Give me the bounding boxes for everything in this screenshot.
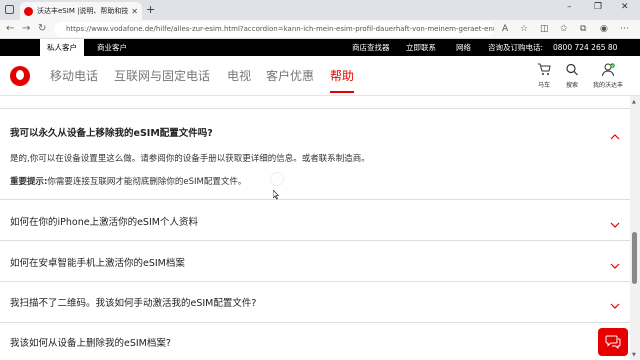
contact-link[interactable]: 立即联系 — [406, 39, 436, 56]
note-text: 你需要连接互联网才能彻底删除你的eSIM配置文件。 — [47, 177, 247, 187]
my-vodafone-button[interactable]: 我的沃达丰 — [591, 63, 625, 89]
address-bar-row: ← → ↻ https://www.vodafone.de/hilfe/alle… — [0, 20, 640, 39]
nav-item-offers[interactable]: 客户优惠 — [266, 67, 314, 84]
new-tab-button[interactable]: + — [146, 3, 155, 16]
faq-question[interactable]: 我扫描不了二维码。我该如何手动激活我的eSIM配置文件? — [10, 295, 256, 309]
minimize-button[interactable]: – — [567, 2, 572, 12]
chat-icon — [605, 335, 621, 349]
back-icon[interactable]: ← — [6, 23, 14, 34]
segment-business-customers[interactable]: 商业客户 — [90, 39, 134, 56]
close-window-button[interactable]: ✕ — [621, 2, 629, 12]
faq-item[interactable]: 如何在安卓智能手机上激活你的eSIM档案 — [0, 240, 630, 281]
scrollbar-thumb[interactable] — [632, 232, 637, 284]
faq-question[interactable]: 我该如何从设备上删除我的eSIM档案? — [10, 335, 171, 349]
segment-private-customers[interactable]: 私人客户 — [40, 39, 84, 56]
chevron-down-icon[interactable] — [610, 256, 620, 269]
nav-item-help[interactable]: 帮助 — [330, 67, 355, 93]
faq-accordion: 我可以永久从设备上移除我的eSIM配置文件吗? 是的,你可以在设备设置里这么做。… — [0, 96, 630, 360]
faq-item-open: 我可以永久从设备上移除我的eSIM配置文件吗? 是的,你可以在设备设置里这么做。… — [0, 108, 630, 210]
user-icon — [591, 63, 625, 78]
faq-item[interactable]: 我扫描不了二维码。我该如何手动激活我的eSIM配置文件? — [0, 281, 630, 322]
main-navigation: 移动电话 互联网与固定电话 电视 客户优惠 帮助 马车 搜索 我的沃达丰 — [0, 56, 640, 96]
favorite-star-icon[interactable]: ☆ — [520, 24, 528, 34]
read-aloud-icon[interactable]: A — [502, 24, 508, 34]
forward-icon[interactable]: → — [22, 23, 30, 34]
hotline-label: 咨询及订购电话: — [488, 43, 544, 52]
faq-question-open[interactable]: 我可以永久从设备上移除我的eSIM配置文件吗? — [10, 125, 213, 139]
store-finder-link[interactable]: 商店查找器 — [352, 39, 390, 56]
collections-icon[interactable]: ⧉ — [580, 24, 586, 34]
favorites-icon[interactable]: ✩ — [560, 24, 568, 34]
chevron-down-icon[interactable] — [610, 296, 620, 309]
tab-actions-icon[interactable] — [5, 5, 14, 14]
nav-item-internet-landline[interactable]: 互联网与固定电话 — [114, 67, 210, 84]
browser-tab[interactable]: 沃达丰eSIM |说明、帮助和技巧 ✕ — [20, 2, 142, 20]
faq-answer-text: 是的,你可以在设备设置里这么做。请参阅你的设备手册以获取更详细的信息。或者联系制… — [10, 154, 370, 164]
search-button[interactable]: 搜索 — [555, 63, 589, 89]
loading-indicator — [270, 172, 284, 186]
nav-item-tv[interactable]: 电视 — [227, 67, 251, 84]
tab-close-icon[interactable]: ✕ — [131, 7, 138, 16]
note-label: 重要提示: — [10, 177, 48, 187]
my-vodafone-label: 我的沃达丰 — [592, 82, 623, 89]
page-scrollbar[interactable] — [630, 96, 640, 360]
search-icon — [555, 63, 589, 78]
search-label: 搜索 — [565, 82, 578, 89]
mouse-cursor-icon — [273, 190, 279, 200]
split-screen-icon[interactable]: ◫ — [540, 24, 549, 34]
scroll-down-icon[interactable]: ▼ — [632, 352, 636, 358]
chat-button[interactable] — [598, 328, 628, 356]
vodafone-favicon-icon — [24, 6, 33, 16]
browser-tab-bar: 沃达丰eSIM |说明、帮助和技巧 ✕ + – ❐ ✕ — [0, 0, 640, 20]
faq-answer-note: 重要提示:你需要连接互联网才能彻底删除你的eSIM配置文件。 — [10, 175, 246, 187]
url-field[interactable]: https://www.vodafone.de/hilfe/alles-zur-… — [54, 22, 494, 37]
chevron-up-icon[interactable] — [610, 127, 620, 140]
scroll-up-icon[interactable]: ▲ — [632, 99, 636, 105]
tab-title: 沃达丰eSIM |说明、帮助和技巧 — [37, 7, 129, 15]
faq-item[interactable]: 如何在你的iPhone上激活你的eSIM个人资料 — [0, 199, 630, 240]
more-menu-icon[interactable]: ⋯ — [620, 24, 629, 34]
profile-icon[interactable]: ◉ — [600, 24, 608, 34]
faq-item[interactable]: 我该如何从设备上删除我的eSIM档案? — [0, 322, 630, 360]
vodafone-logo-icon[interactable] — [10, 66, 30, 86]
maximize-button[interactable]: ❐ — [594, 2, 602, 12]
hotline-number[interactable]: 0800 724 265 80 — [553, 39, 617, 56]
faq-question[interactable]: 如何在安卓智能手机上激活你的eSIM档案 — [10, 255, 185, 269]
network-link[interactable]: 网络 — [456, 39, 471, 56]
top-utility-bar: 私人客户 商业客户 商店查找器 立即联系 网络 咨询及订购电话: 0800 72… — [0, 39, 640, 56]
refresh-icon[interactable]: ↻ — [38, 23, 46, 34]
chevron-down-icon[interactable] — [610, 215, 620, 228]
faq-question[interactable]: 如何在你的iPhone上激活你的eSIM个人资料 — [10, 214, 198, 228]
nav-item-mobile[interactable]: 移动电话 — [50, 67, 98, 84]
